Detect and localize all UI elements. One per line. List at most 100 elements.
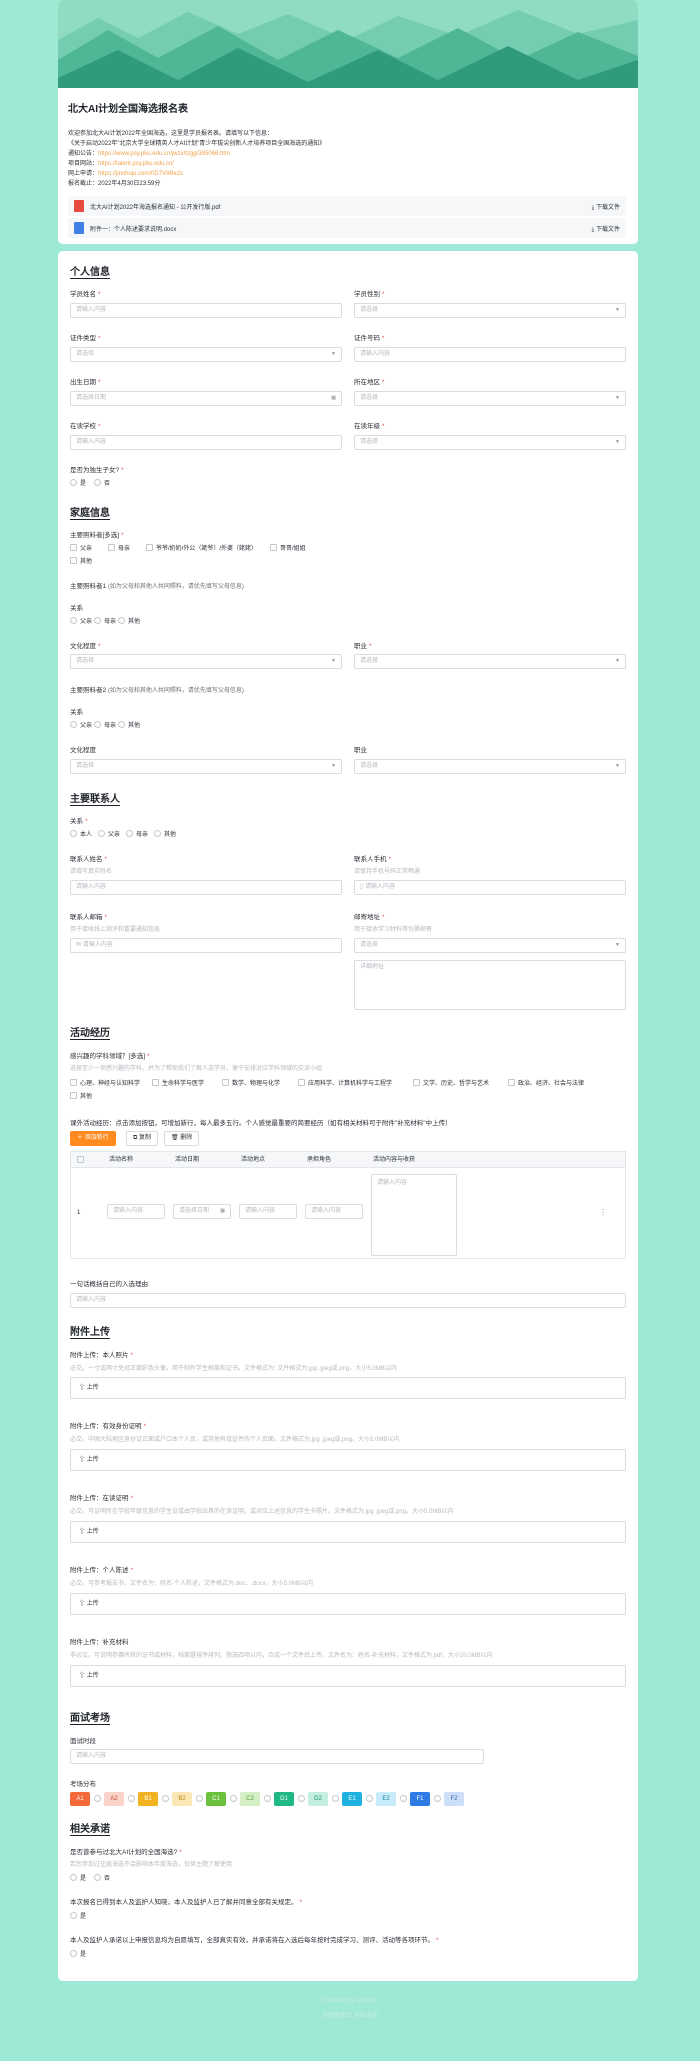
address-region-select[interactable]: 请选择 ▼ [354,938,626,953]
job-select[interactable]: 请选择 ▼ [354,654,626,669]
site-link[interactable]: https://talent.psy.pku.edu.cn/ [98,161,174,167]
seat-e1[interactable]: E1 [342,1792,362,1806]
radio-no[interactable]: 否 [94,478,110,487]
education-select[interactable]: 请选择 ▼ [70,654,342,669]
address-detail-textarea[interactable]: 详细地址 [354,960,626,1010]
seat-a2[interactable]: A2 [104,1792,124,1806]
checkbox-interest[interactable]: 其他 [70,1091,92,1100]
seat-radio[interactable] [162,1795,172,1803]
radio-other[interactable]: 其他 [154,829,176,838]
seat-radio[interactable] [230,1795,240,1803]
footer-privacy[interactable]: 金数据表单 隐私条款 [0,2010,700,2019]
checkbox-interest[interactable]: 政治、经济、社会与法律 [508,1078,584,1087]
upload-photo-button[interactable]: ⇧ 上传 [70,1377,626,1399]
slot-input[interactable]: 请输入内容 [70,1749,484,1764]
radio-mother[interactable]: 母亲 [94,616,116,625]
seat-f1[interactable]: F1 [410,1792,430,1806]
label-id-type: 证件类型 * [70,335,101,342]
seat-radio[interactable] [298,1795,308,1803]
select-all-checkbox[interactable] [77,1156,87,1164]
seat-a1[interactable]: A1 [70,1792,90,1806]
upload-id-button[interactable]: ⇧ 上传 [70,1449,626,1471]
checkbox-interest[interactable]: 心理、神经与认知科学 [70,1078,140,1087]
seat-b1[interactable]: B1 [138,1792,158,1806]
name-input[interactable]: 请输入内容 [70,303,342,318]
grade-select[interactable]: 请选择 ▼ [354,435,626,450]
gender-select[interactable]: 请选择 ▼ [354,303,626,318]
seat-radio[interactable] [366,1795,376,1803]
checkbox-interest[interactable]: 应用科学、计算机科学与工程学 [298,1078,392,1087]
checkbox-interest[interactable]: 文学、历史、哲学与艺术 [413,1078,489,1087]
seat-radio[interactable] [400,1795,410,1803]
plus-icon: ＋ [77,1135,85,1141]
label-upload-id: 附件上传：有效身份证明 * [70,1423,147,1430]
seat-c2[interactable]: C2 [240,1792,260,1806]
download-button[interactable]: ⤓ 下载文件 [592,202,620,212]
activity-content-textarea[interactable]: 请输入内容 [371,1174,457,1256]
file-row[interactable]: 附件一：个人陈述要求说明.docx ⤓ 下载文件 [68,218,626,238]
id-number-input[interactable]: 请输入内容 [354,347,626,362]
delete-button[interactable]: 🗑 删除 [164,1131,200,1146]
seat-radio[interactable] [434,1795,444,1803]
checkbox-siblings[interactable]: 哥哥/姐姐 [270,543,306,552]
radio-other[interactable]: 其他 [118,720,140,729]
radio-self[interactable]: 本人 [70,829,92,838]
upload-statement-button[interactable]: ⇧ 上传 [70,1593,626,1615]
seat-radio[interactable] [264,1795,274,1803]
upload-supplement-button[interactable]: ⇧ 上传 [70,1665,626,1687]
radio-yes[interactable]: 是 [70,1873,86,1882]
contact-phone-input[interactable]: ▯ 请输入内容 [354,880,626,895]
radio-yes[interactable]: 是 [70,1911,86,1920]
birth-date-input[interactable]: 请选择日期 ▦ [70,391,342,406]
add-row-button[interactable]: ＋ 添加新行 [70,1131,116,1146]
seat-b2[interactable]: B2 [172,1792,192,1806]
row-more-icon[interactable]: ⋮ [599,1208,607,1217]
checkbox-interest[interactable]: 生命科学与医学 [152,1078,204,1087]
radio-mother[interactable]: 母亲 [94,720,116,729]
radio-father[interactable]: 父亲 [70,616,92,625]
seat-radio[interactable] [94,1795,104,1803]
download-button[interactable]: ⤓ 下载文件 [592,224,620,234]
motto-input[interactable]: 请输入内容 [70,1293,626,1308]
notice-link[interactable]: https://www.psy.pku.edu.cn/jwzx/tzgg/385… [98,151,230,157]
file-row[interactable]: 北大AI计划2022年海选报名通知 - 公开发行版.pdf ⤓ 下载文件 [68,196,626,216]
activity-date-input[interactable]: 请选择日期 ▦ [173,1204,231,1219]
seat-d1[interactable]: D1 [274,1792,294,1806]
hint-commit-q1: 若您参加过往届海选不会影响本年度海选，仅供主题了解使用 [70,1862,233,1868]
seat-radio[interactable] [196,1795,206,1803]
seat-c1[interactable]: C1 [206,1792,226,1806]
copy-button[interactable]: ⧉ 复制 [126,1131,158,1146]
contact-email-input[interactable]: ✉ 请输入内容 [70,938,342,953]
seat-f2[interactable]: F2 [444,1792,464,1806]
radio-father[interactable]: 父亲 [70,720,92,729]
job-select[interactable]: 请选择 ▼ [354,759,626,774]
checkbox-grandparents[interactable]: 爷爷/奶奶/外公（姥爷）/外婆（姥姥） [146,543,257,552]
radio-mother[interactable]: 母亲 [126,829,148,838]
checkbox-father[interactable]: 父亲 [70,543,92,552]
radio-other[interactable]: 其他 [118,616,140,625]
activity-name-input[interactable]: 请输入内容 [107,1204,165,1219]
seat-d2[interactable]: D2 [308,1792,328,1806]
upload-enrollment-button[interactable]: ⇧ 上传 [70,1521,626,1543]
hint-contact-email: 用于接收线上测评和重要通知信息 [70,927,161,933]
checkbox-mother[interactable]: 母亲 [108,543,130,552]
radio-yes[interactable]: 是 [70,478,86,487]
activity-place-input[interactable]: 请输入内容 [239,1204,297,1219]
seat-radio[interactable] [128,1795,138,1803]
label-upload-supplement: 附件上传：补充材料 [70,1639,129,1646]
activity-role-input[interactable]: 请输入内容 [305,1204,363,1219]
seat-e2[interactable]: E2 [376,1792,396,1806]
education-select[interactable]: 请选择 ▼ [70,759,342,774]
col-name: 活动名称 [109,1157,134,1163]
radio-no[interactable]: 否 [94,1873,110,1882]
school-input[interactable]: 请输入内容 [70,435,342,450]
checkbox-interest[interactable]: 数学、物理与化学 [222,1078,280,1087]
region-select[interactable]: 请选择 ▼ [354,391,626,406]
id-type-select[interactable]: 请选择 ▼ [70,347,342,362]
contact-name-input[interactable]: 请输入内容 [70,880,342,895]
radio-yes[interactable]: 是 [70,1949,86,1958]
checkbox-other[interactable]: 其他 [70,556,92,565]
seat-radio[interactable] [332,1795,342,1803]
apply-link[interactable]: https://jinshuju.com/f/D7V8Be2s [98,171,183,177]
radio-father[interactable]: 父亲 [98,829,120,838]
